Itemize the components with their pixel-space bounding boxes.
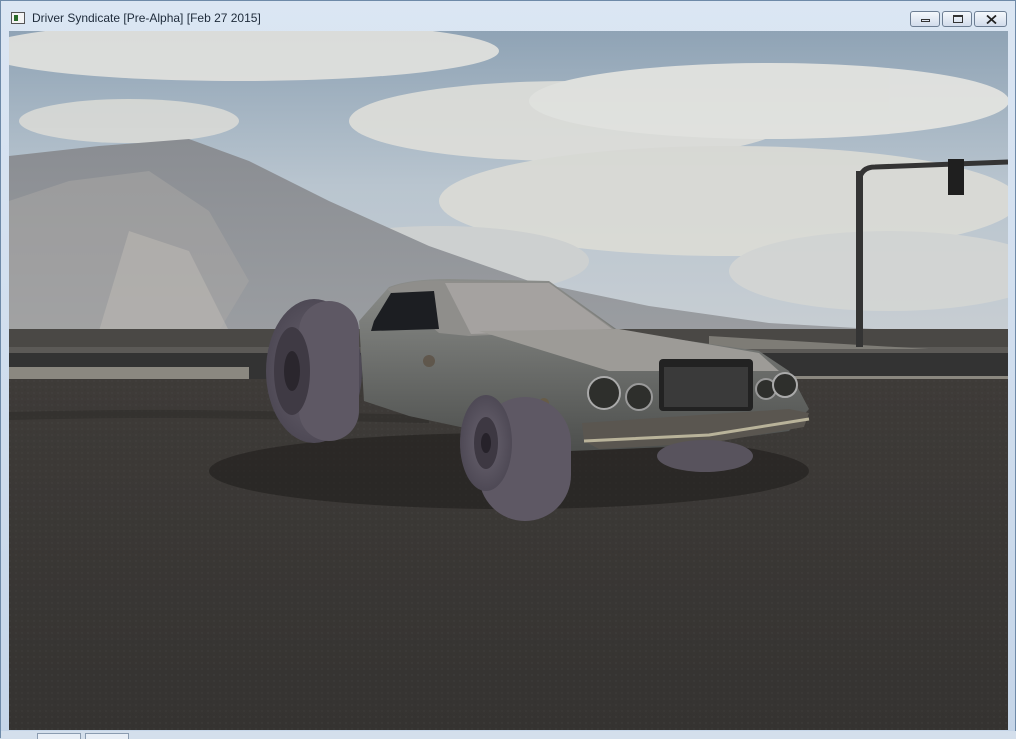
- window-title: Driver Syndicate [Pre-Alpha] [Feb 27 201…: [32, 11, 261, 25]
- sidewalk: [9, 367, 249, 379]
- title-bar[interactable]: Driver Syndicate [Pre-Alpha] [Feb 27 201…: [1, 1, 1015, 31]
- minimize-button[interactable]: [910, 11, 940, 27]
- game-scene: [9, 31, 1008, 730]
- game-viewport[interactable]: [9, 31, 1008, 730]
- taskbar-tab[interactable]: [37, 733, 81, 739]
- close-button[interactable]: [974, 11, 1007, 27]
- restore-button[interactable]: [942, 11, 972, 27]
- close-icon: [986, 15, 997, 24]
- game-window: Driver Syndicate [Pre-Alpha] [Feb 27 201…: [0, 0, 1016, 739]
- window-app-icon[interactable]: [11, 12, 25, 24]
- taskbar-tab[interactable]: [85, 733, 129, 739]
